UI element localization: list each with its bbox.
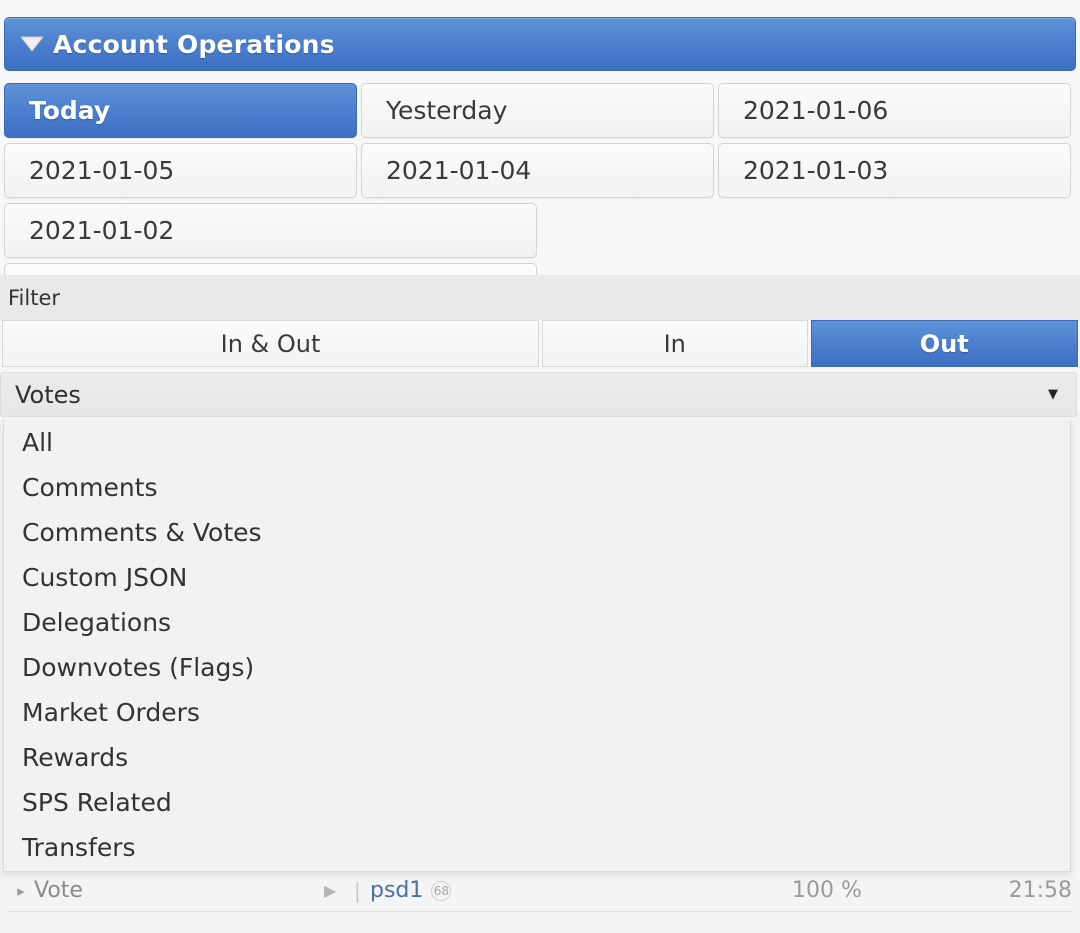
operation-type-select[interactable]: Votes ▼ [0,372,1077,417]
date-button-2021-01-03[interactable]: 2021-01-03 [718,143,1071,198]
triangle-down-icon[interactable]: ▼ [1048,388,1058,401]
chevron-down-icon[interactable] [19,31,45,57]
dropdown-option-transfers[interactable]: Transfers [4,825,1070,870]
operation-user-link[interactable]: psd1 [370,878,423,903]
operation-type-select-value: Votes [15,380,81,409]
reputation-badge: 68 [431,880,452,901]
filter-band: Filter [0,275,1080,320]
dropdown-option-rewards[interactable]: Rewards [4,735,1070,780]
page-title: Account Operations [53,29,335,59]
panel-header[interactable]: Account Operations [4,17,1076,71]
operation-row[interactable]: ▸ Vote ▶ | psd1 68 100 % 21:58 [8,870,1072,912]
dropdown-option-all[interactable]: All [4,420,1070,465]
dropdown-option-market-orders[interactable]: Market Orders [4,690,1070,735]
row-separator: | [354,878,361,903]
date-button-2021-01-04[interactable]: 2021-01-04 [361,143,714,198]
arrow-right-icon: ▶ [324,881,337,900]
dropdown-option-sps-related[interactable]: SPS Related [4,780,1070,825]
dropdown-option-custom-json[interactable]: Custom JSON [4,555,1070,600]
operation-percent: 100 % [792,878,862,903]
dropdown-option-comments-and-votes[interactable]: Comments & Votes [4,510,1070,555]
filter-button-out[interactable]: Out [810,320,1078,367]
date-button-2021-01-06[interactable]: 2021-01-06 [718,83,1071,138]
operation-time: 21:58 [1008,878,1072,903]
date-button-2021-01-02[interactable]: 2021-01-02 [4,203,537,258]
operation-type-dropdown[interactable]: All Comments Comments & Votes Custom JSO… [3,420,1071,872]
date-button-today[interactable]: Today [4,83,357,138]
operation-type: Vote [34,878,83,903]
filter-button-in[interactable]: In [542,320,808,367]
direction-filter-group: In & Out In Out [2,320,1078,367]
chevron-right-icon[interactable]: ▸ [8,882,34,900]
filter-button-in-and-out[interactable]: In & Out [2,320,539,367]
dropdown-option-comments[interactable]: Comments [4,465,1070,510]
date-button-2021-01-05[interactable]: 2021-01-05 [4,143,357,198]
account-operations-panel: ▸ Vote ▶ | psd1 68 100 % 21:58 Account O… [0,0,1080,933]
dropdown-option-downvotes-flags[interactable]: Downvotes (Flags) [4,645,1070,690]
dropdown-option-delegations[interactable]: Delegations [4,600,1070,645]
date-button-yesterday[interactable]: Yesterday [361,83,714,138]
filter-label: Filter [8,285,61,310]
